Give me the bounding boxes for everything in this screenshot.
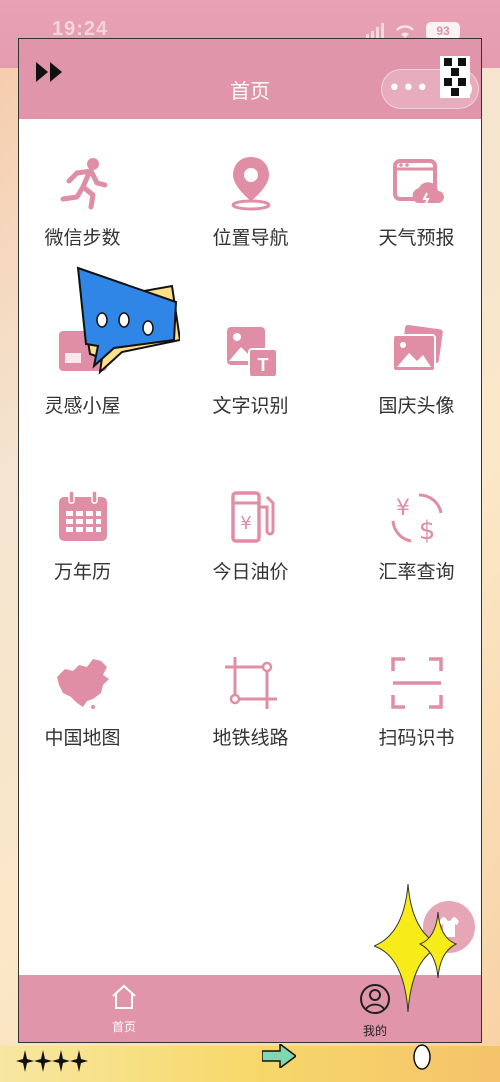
- grid-item-label: 文字识别: [212, 395, 289, 417]
- grid-item-label: 位置导航: [212, 227, 289, 249]
- svg-text:¥: ¥: [240, 513, 251, 534]
- grid-item-label: 灵感小屋: [44, 395, 121, 417]
- grid-item-label: 国庆头像: [378, 395, 455, 417]
- crop-icon: [224, 657, 277, 709]
- location-pin-icon: [231, 157, 270, 211]
- china-map-icon: [56, 659, 109, 709]
- signal-icon: [366, 23, 384, 39]
- chat-bubble-sticker-icon: [76, 266, 180, 375]
- svg-text:$: $: [418, 516, 435, 545]
- grid-item-label: 今日油价: [212, 561, 289, 583]
- grid-item-label: 万年历: [53, 561, 111, 583]
- egg-sticker-icon: [413, 1044, 431, 1070]
- grid-item-location-nav[interactable]: 位置导航: [173, 155, 328, 275]
- grid-item-label: 汇率查询: [378, 561, 455, 583]
- scan-icon: [390, 657, 443, 709]
- grid-item-oil-price[interactable]: ¥ 今日油价: [173, 489, 328, 609]
- grid-item-wechat-steps[interactable]: 微信步数: [19, 155, 160, 275]
- wifi-icon: [396, 25, 414, 38]
- grid-item-subway[interactable]: 地铁线路: [173, 655, 328, 775]
- grid-item-calendar[interactable]: 万年历: [19, 489, 160, 609]
- grid-item-china-map[interactable]: 中国地图: [19, 655, 160, 775]
- home-icon: [112, 984, 136, 1009]
- tab-label: 我的: [362, 1024, 387, 1038]
- svg-text:¥: ¥: [396, 496, 410, 521]
- photo-stack-icon: [391, 324, 443, 372]
- stars-sticker-icon: [16, 1050, 88, 1072]
- grid-item-national-avatar[interactable]: 国庆头像: [339, 323, 481, 443]
- grid-item-exchange-rate[interactable]: ¥ $ 汇率查询: [339, 489, 481, 609]
- weather-window-icon: [392, 159, 444, 206]
- currency-exchange-icon: ¥ $: [391, 493, 442, 545]
- svg-text:T: T: [257, 355, 268, 375]
- grid-item-label: 地铁线路: [212, 727, 289, 749]
- checker-sticker-icon: [440, 56, 470, 98]
- sparkle-sticker-icon: [374, 884, 458, 1013]
- tab-home[interactable]: 首页: [84, 983, 164, 1035]
- grid-item-label: 中国地图: [44, 727, 121, 749]
- running-person-icon: [60, 158, 107, 210]
- grid-item-label: 微信步数: [44, 227, 121, 249]
- grid-item-ocr[interactable]: T 文字识别: [173, 323, 328, 443]
- fast-forward-icon: [36, 62, 62, 82]
- arrow-sticker-icon: [262, 1044, 296, 1068]
- grid-item-label: 扫码识书: [378, 727, 455, 749]
- grid-item-weather[interactable]: 天气预报: [339, 155, 481, 275]
- tab-label: 首页: [111, 1020, 136, 1034]
- grid-item-label: 天气预报: [378, 227, 455, 249]
- grid-item-scan-book[interactable]: 扫码识书: [339, 655, 481, 775]
- more-icon[interactable]: •••: [388, 78, 430, 100]
- nav-header: 首页 •••: [19, 39, 481, 119]
- image-text-icon: T: [226, 327, 278, 378]
- calendar-icon: [58, 490, 107, 541]
- fuel-pump-icon: ¥: [230, 491, 274, 543]
